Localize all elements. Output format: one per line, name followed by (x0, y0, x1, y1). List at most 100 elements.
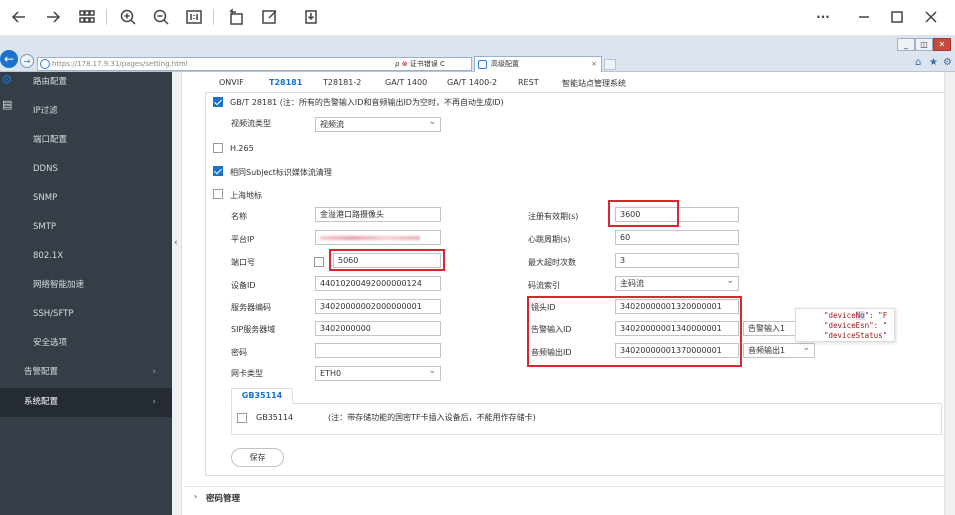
tab-smart-site[interactable]: 智能站点管理系统 (562, 78, 626, 89)
close-icon[interactable] (920, 6, 942, 28)
gb35114-note: (注：带存储功能的国密TF卡插入设备后，不能用作存储卡) (328, 413, 536, 422)
tab-t28181-2[interactable]: T28181-2 (323, 78, 361, 87)
sip-domain-label: SIP服务器域 (231, 325, 276, 334)
chevron-right-icon: › (152, 367, 156, 377)
sip-domain-input[interactable]: 3402000000 (315, 321, 441, 336)
favorites-icon[interactable]: ★ (929, 57, 938, 68)
password-input[interactable] (315, 343, 441, 358)
cert-error-area[interactable]: ρ ⊗ 证书错误 C (395, 57, 445, 71)
more-icon[interactable]: ··· (812, 6, 834, 28)
sidebar-item-net-accel[interactable]: 网络智能加速 (0, 271, 172, 300)
gb35114-label: GB35114 (256, 413, 294, 422)
audio-out-select[interactable]: 音频输出1 (743, 343, 815, 358)
search-icon[interactable]: ρ (395, 60, 399, 68)
shanghai-checkbox[interactable] (213, 189, 223, 199)
save-button[interactable]: 保存 (231, 448, 284, 467)
sidebar-item-snmp[interactable]: SNMP (0, 184, 172, 213)
device-id-input[interactable]: 44010200492000000124 (315, 276, 441, 291)
highlight-box (527, 296, 742, 367)
cert-error-text[interactable]: 证书错误 (410, 60, 438, 68)
sidebar-item-route[interactable]: 路由配置 (0, 68, 172, 97)
sidebar-item-security[interactable]: 安全选项 (0, 329, 172, 358)
sidebar-group-alarm[interactable]: 告警配置 › (0, 358, 172, 387)
sidebar-item-ssh-sftp[interactable]: SSH/SFTP (0, 300, 172, 329)
password-management-section[interactable]: › 密码管理 (183, 486, 948, 508)
browser-back-icon[interactable]: ← (0, 50, 18, 68)
sidebar-item-8021x[interactable]: 802.1X (0, 242, 172, 271)
port-label: 端口号 (231, 258, 255, 267)
vertical-scrollbar[interactable] (944, 72, 955, 515)
tab-gat1400[interactable]: GA/T 1400 (385, 78, 427, 87)
rotate-icon[interactable] (225, 6, 247, 28)
toolbar-divider (106, 9, 107, 25)
cert-error-icon: ⊗ (401, 60, 408, 68)
minimize-icon[interactable] (853, 6, 875, 28)
window-restore-button[interactable]: ◫ (915, 38, 933, 51)
max-timeout-input[interactable]: 3 (615, 253, 739, 268)
document-icon: ▤ (2, 98, 13, 111)
name-label: 名称 (231, 212, 247, 221)
viewer-toolbar: ··· (0, 0, 955, 36)
address-url: https://178.17.9.31/pages/setting.html (52, 60, 188, 68)
subject-cleanup-checkbox[interactable] (213, 166, 223, 176)
tab-rest[interactable]: REST (518, 78, 539, 87)
port-checkbox[interactable] (314, 257, 324, 267)
stream-index-select[interactable]: 主码流 (615, 276, 739, 291)
refresh-icon[interactable]: C (440, 60, 445, 68)
zoom-out-icon[interactable] (150, 6, 172, 28)
device-id-label: 设备ID (231, 281, 256, 290)
server-code-label: 服务器编码 (231, 303, 271, 312)
home-icon[interactable]: ⌂ (915, 57, 921, 68)
stream-index-label: 码流索引 (528, 281, 560, 290)
tab-gat1400-2[interactable]: GA/T 1400-2 (447, 78, 497, 87)
tab-t28181[interactable]: T28181 (269, 78, 302, 87)
sidebar-collapse-handle[interactable]: ‹ (172, 72, 182, 515)
sidebar: 路由配置 IP过滤 端口配置 DDNS SNMP SMTP 802.1X 网络智… (0, 72, 172, 515)
nic-type-select[interactable]: ETH0 (315, 366, 441, 381)
save-icon[interactable] (300, 6, 322, 28)
window-minimize-button[interactable]: _ (897, 38, 915, 51)
server-code-input[interactable]: 34020000002000000001 (315, 299, 441, 314)
actual-size-icon[interactable] (183, 6, 205, 28)
tab-page-icon (478, 60, 487, 69)
maximize-icon[interactable] (886, 6, 908, 28)
password-label: 密码 (231, 348, 247, 357)
browser-tab[interactable]: 高级配置 × (474, 56, 602, 72)
edit-icon[interactable] (259, 6, 281, 28)
chevron-left-icon[interactable]: ‹ (174, 238, 178, 248)
chevron-right-icon: › (194, 492, 198, 501)
tab-close-icon[interactable]: × (591, 57, 597, 71)
settings-gear-icon[interactable]: ⚙ (943, 57, 952, 68)
sidebar-group-system[interactable]: 系统配置 › (0, 388, 172, 417)
sidebar-item-ip-filter[interactable]: IP过滤 (0, 97, 172, 126)
h265-label: H.265 (230, 144, 254, 153)
back-arrow-icon[interactable] (8, 6, 30, 28)
nic-type-label: 网卡类型 (231, 369, 263, 378)
gb35114-checkbox[interactable] (237, 413, 247, 423)
password-management-title: 密码管理 (206, 494, 241, 504)
h265-checkbox[interactable] (213, 143, 223, 153)
chevron-right-icon: › (152, 397, 156, 407)
grid-icon[interactable] (76, 6, 98, 28)
window-close-button[interactable]: ✕ (933, 38, 951, 51)
toolbar-divider (213, 9, 214, 25)
subject-cleanup-label: 相同Subject标识媒体流清理 (230, 168, 332, 177)
gb28181-label: GB/T 28181 (注：所有的告警输入ID和音频输出ID为空时，不再自动生成… (230, 98, 504, 107)
new-tab-button[interactable] (604, 59, 616, 70)
stream-type-select[interactable]: 视频流 (315, 117, 441, 132)
tab-gb35114[interactable]: GB35114 (231, 388, 293, 404)
tab-onvif[interactable]: ONVIF (219, 78, 244, 87)
sidebar-item-smtp[interactable]: SMTP (0, 213, 172, 242)
sidebar-item-port[interactable]: 端口配置 (0, 126, 172, 155)
forward-arrow-icon[interactable] (42, 6, 64, 28)
heartbeat-input[interactable]: 60 (615, 230, 739, 245)
max-timeout-label: 最大超时次数 (528, 258, 576, 267)
zoom-in-icon[interactable] (117, 6, 139, 28)
shanghai-label: 上海地标 (230, 191, 262, 200)
name-input[interactable]: 金溢港口路摄像头 (315, 207, 441, 222)
platform-ip-label: 平台IP (231, 235, 255, 244)
gear-icon: ⚙ (1, 73, 13, 88)
browser-forward-icon[interactable]: → (20, 54, 34, 68)
gb28181-checkbox[interactable] (213, 97, 223, 107)
sidebar-item-ddns[interactable]: DDNS (0, 155, 172, 184)
